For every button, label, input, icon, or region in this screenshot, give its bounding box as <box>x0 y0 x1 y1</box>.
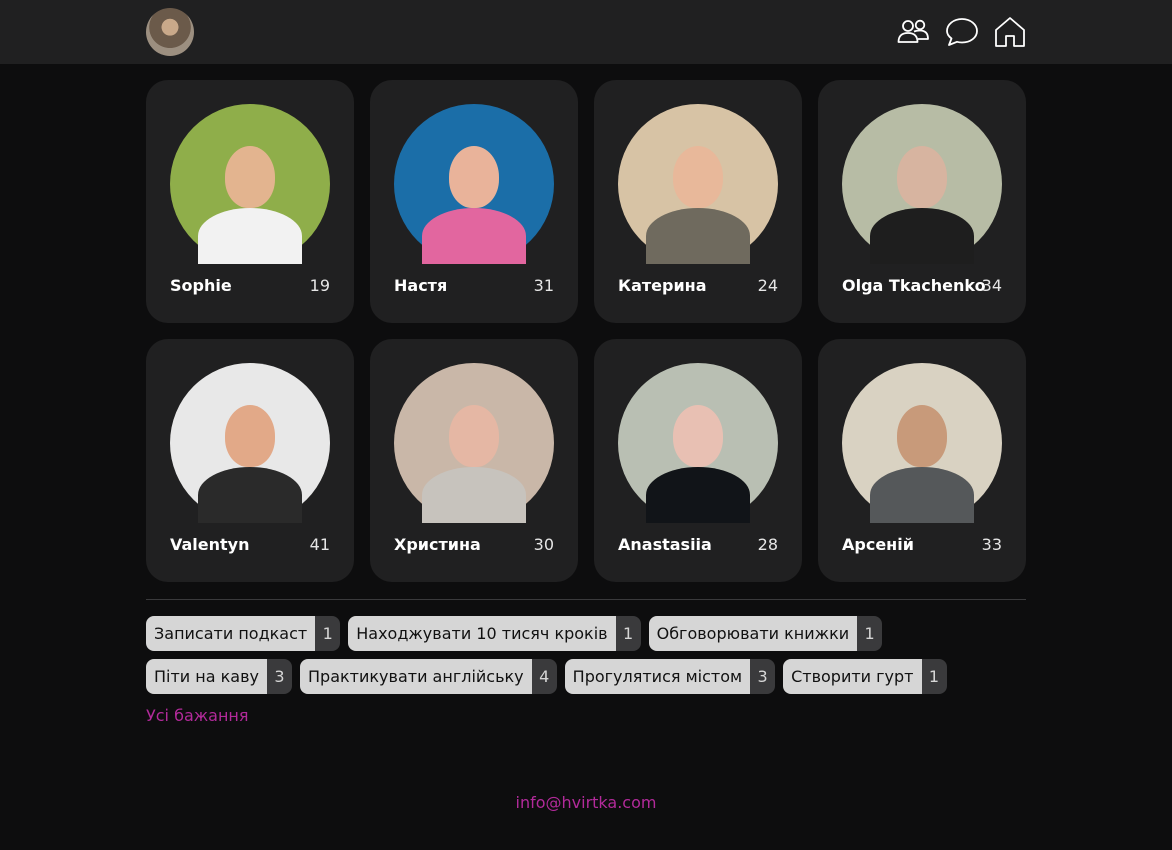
profile-photo-face <box>673 405 723 467</box>
profile-photo <box>394 104 554 264</box>
profile-photo <box>618 363 778 523</box>
profile-name: Катерина <box>618 276 707 295</box>
profile-age: 28 <box>757 535 778 554</box>
profile-photo <box>170 363 330 523</box>
profile-photo-body <box>422 467 526 523</box>
wish-tag-label: Записати подкаст <box>146 616 316 651</box>
wish-tag-label: Практикувати англійську <box>300 659 532 694</box>
profile-age: 33 <box>981 535 1002 554</box>
wish-tag-label: Прогулятися містом <box>564 659 751 694</box>
profile-age: 30 <box>533 535 554 554</box>
profile-card[interactable]: Арсеній 33 <box>818 339 1026 582</box>
profile-name: Anastasiia <box>618 535 712 554</box>
wish-tags: Записати подкаст 1 Находжувати 10 тисяч кр… <box>146 616 1026 694</box>
wish-tag[interactable]: Обговорювати книжки 1 <box>648 616 883 651</box>
footer-email-link[interactable]: info@hvirtka.com <box>516 793 657 812</box>
section-divider <box>146 599 1026 600</box>
profile-card[interactable]: Valentyn 41 <box>146 339 354 582</box>
home-icon[interactable] <box>993 16 1027 48</box>
wish-tag[interactable]: Створити гурт 1 <box>783 659 947 694</box>
profile-photo-face <box>449 405 499 467</box>
profile-grid: Sophie 19 Настя 31 Катерина 24 Olga Tkachenko 3… <box>146 80 1026 582</box>
profile-card[interactable]: Катерина 24 <box>594 80 802 323</box>
profile-photo-body <box>870 467 974 523</box>
profile-age: 41 <box>309 535 330 554</box>
wish-tag[interactable]: Находжувати 10 тисяч кроків 1 <box>348 616 641 651</box>
profile-photo-body <box>422 208 526 264</box>
profile-card[interactable]: Настя 31 <box>370 80 578 323</box>
profile-photo-face <box>897 405 947 467</box>
profile-name: Valentyn <box>170 535 250 554</box>
profile-photo-face <box>225 405 275 467</box>
profile-photo-body <box>198 467 302 523</box>
wish-tag-label: Обговорювати книжки <box>648 616 858 651</box>
wish-tag[interactable]: Практикувати англійську 4 <box>300 659 557 694</box>
profile-card[interactable]: Sophie 19 <box>146 80 354 323</box>
wish-tag-label: Находжувати 10 тисяч кроків <box>348 616 616 651</box>
profile-age: 19 <box>309 276 330 295</box>
profile-photo <box>170 104 330 264</box>
profile-photo <box>842 104 1002 264</box>
profile-photo-body <box>646 208 750 264</box>
wish-tag-count: 3 <box>267 659 292 694</box>
profile-photo-body <box>198 208 302 264</box>
profile-name: Настя <box>394 276 448 295</box>
profile-photo-face <box>897 146 947 208</box>
wish-tag-count: 1 <box>315 616 341 651</box>
profile-card[interactable]: Olga Tkachenko 34 <box>818 80 1026 323</box>
wish-tag-label: Піти на каву <box>146 659 267 694</box>
wish-tag-count: 1 <box>857 616 883 651</box>
user-avatar[interactable] <box>146 8 194 56</box>
profile-photo <box>618 104 778 264</box>
people-icon[interactable] <box>896 16 930 48</box>
profile-photo <box>394 363 554 523</box>
all-wishes-link[interactable]: Усі бажання <box>146 706 249 725</box>
profile-name: Арсеній <box>842 535 914 554</box>
wish-tag-count: 1 <box>615 616 641 651</box>
profile-name: Христина <box>394 535 481 554</box>
wish-tag[interactable]: Записати подкаст 1 <box>146 616 341 651</box>
top-navigation-bar <box>0 0 1172 64</box>
wish-tag[interactable]: Піти на каву 3 <box>146 659 292 694</box>
wish-tag-count: 3 <box>750 659 776 694</box>
profile-photo-face <box>673 146 723 208</box>
profile-age: 34 <box>981 276 1002 295</box>
wish-tag-count: 1 <box>921 659 947 694</box>
wish-tag[interactable]: Прогулятися містом 3 <box>564 659 776 694</box>
profile-age: 31 <box>533 276 554 295</box>
profile-card[interactable]: Христина 30 <box>370 339 578 582</box>
profile-card[interactable]: Anastasiia 28 <box>594 339 802 582</box>
chat-bubble-icon[interactable] <box>945 16 979 48</box>
profile-photo-body <box>646 467 750 523</box>
profile-photo <box>842 363 1002 523</box>
profile-photo-face <box>449 146 499 208</box>
profile-photo-body <box>870 208 974 264</box>
wish-tag-count: 4 <box>531 659 557 694</box>
profile-name: Sophie <box>170 276 232 295</box>
profile-name: Olga Tkachenko <box>842 276 986 295</box>
profile-age: 24 <box>757 276 778 295</box>
profile-photo-face <box>225 146 275 208</box>
wish-tag-label: Створити гурт <box>783 659 922 694</box>
footer: info@hvirtka.com <box>0 793 1172 812</box>
